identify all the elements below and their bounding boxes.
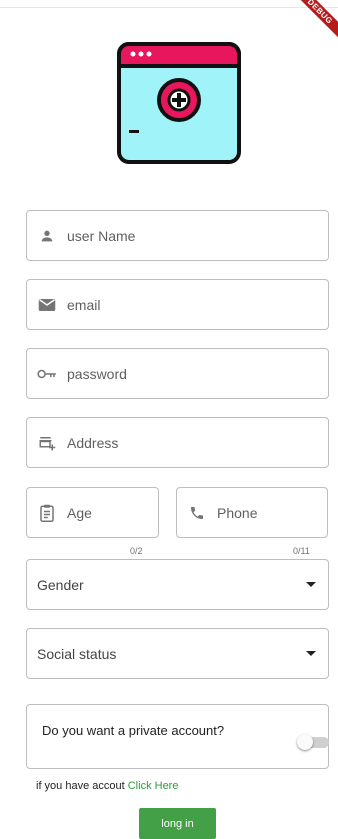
gender-label: Gender (37, 576, 84, 593)
phone-counter: 0/11 (293, 546, 310, 556)
private-account-switch[interactable] (297, 734, 331, 750)
switch-thumb (297, 734, 313, 750)
key-icon (37, 364, 57, 384)
username-placeholder: user Name (67, 227, 136, 244)
click-here-link[interactable]: Click Here (128, 780, 179, 792)
account-prompt: if you have accout Click Here (36, 780, 178, 792)
password-placeholder: password (67, 365, 127, 382)
email-field[interactable]: email (26, 279, 329, 330)
person-icon (37, 226, 57, 246)
age-placeholder: Age (67, 504, 92, 521)
private-account-question: Do you want a private account? (42, 723, 225, 738)
phone-placeholder: Phone (217, 504, 258, 521)
account-prompt-text: if you have accout (36, 780, 125, 792)
address-field[interactable]: Address (26, 417, 329, 468)
phone-field[interactable]: Phone (176, 487, 328, 538)
phone-icon (187, 503, 207, 523)
password-field[interactable]: password (26, 348, 329, 399)
private-account-card: Do you want a private account? (26, 704, 329, 769)
age-field[interactable]: Age (26, 487, 159, 538)
top-divider (0, 0, 338, 8)
address-placeholder: Address (67, 434, 119, 451)
social-status-label: Social status (37, 645, 117, 662)
gender-select[interactable]: Gender (26, 559, 329, 610)
login-button[interactable]: long in (139, 808, 216, 839)
email-placeholder: email (67, 296, 101, 313)
assignment-icon (37, 503, 57, 523)
social-status-select[interactable]: Social status (26, 628, 329, 679)
username-field[interactable]: user Name (26, 210, 329, 261)
app-logo (117, 42, 241, 164)
mail-icon (37, 295, 57, 315)
dropdown-arrow-icon (306, 582, 316, 587)
store-add-icon (37, 433, 57, 453)
dropdown-arrow-icon (306, 651, 316, 656)
debug-banner: DEBUG (298, 0, 338, 40)
age-counter: 0/2 (130, 546, 143, 556)
